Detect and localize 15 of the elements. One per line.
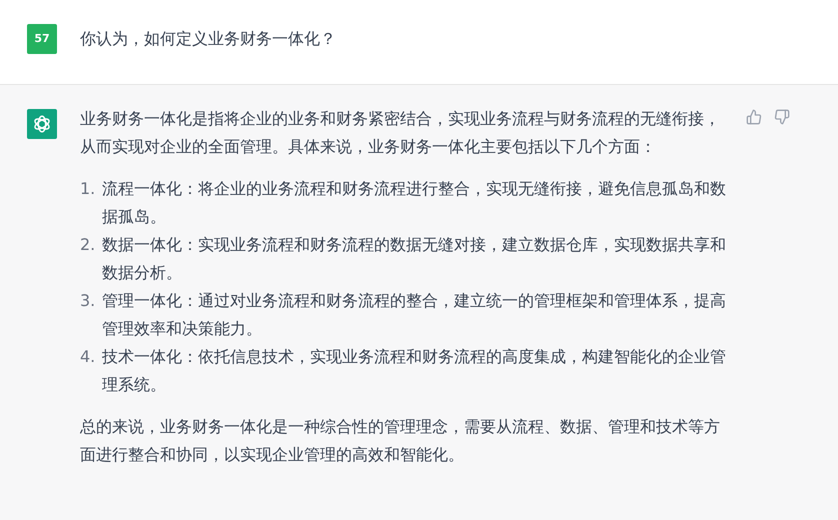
list-number: 2. — [80, 234, 96, 256]
list-item-text: 技术一体化：依托信息技术，实现业务流程和财务流程的高度集成，构建智能化的企业管理系统。 — [102, 346, 727, 396]
user-avatar: 57 — [27, 24, 57, 54]
list-number: 3. — [80, 290, 96, 312]
message-paragraph: 总的来说，业务财务一体化是一种综合性的管理理念，需要从流程、数据、管理和技术等方面进行整合和协同，以实现企业管理的高效和智能化。 — [80, 416, 721, 466]
list-item-text: 数据一体化：实现业务流程和财务流程的数据无缝对接，建立数据仓库，实现数据共享和数据分析。 — [102, 234, 727, 284]
thumbs-up-icon[interactable] — [746, 109, 762, 125]
user-message: 你认为，如何定义业务财务一体化？ — [80, 28, 337, 50]
list-number: 1. — [80, 178, 96, 200]
list-item-text: 流程一体化：将企业的业务流程和财务流程进行整合，实现无缝衔接，避免信息孤岛和数据孤岛。 — [102, 178, 727, 228]
message-paragraph: 业务财务一体化是指将企业的业务和财务紧密结合，实现业务流程与财务流程的无缝衔接，从而实现对企业的全面管理。具体来说，业务财务一体化主要包括以下几个方面： — [80, 108, 721, 158]
assistant-avatar-icon — [27, 109, 57, 139]
list-item-text: 管理一体化：通过对业务流程和财务流程的整合，建立统一的管理框架和管理体系，提高管理效率和决策能力。 — [102, 290, 727, 340]
thumbs-down-icon[interactable] — [774, 109, 790, 125]
list-number: 4. — [80, 346, 96, 368]
